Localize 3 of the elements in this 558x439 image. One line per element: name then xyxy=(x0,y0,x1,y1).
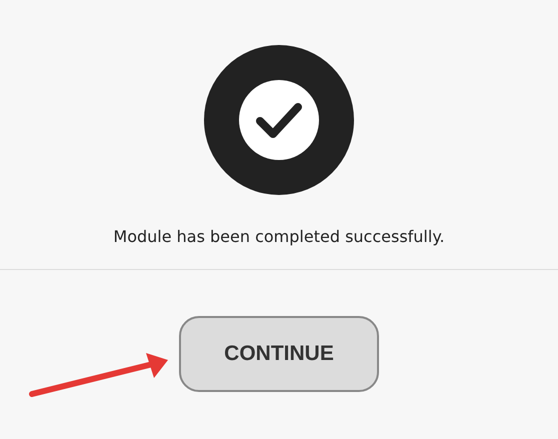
checkmark-circle-icon xyxy=(204,45,354,195)
completion-message: Module has been completed successfully. xyxy=(113,227,445,247)
continue-button[interactable]: CONTINUE xyxy=(179,316,379,392)
